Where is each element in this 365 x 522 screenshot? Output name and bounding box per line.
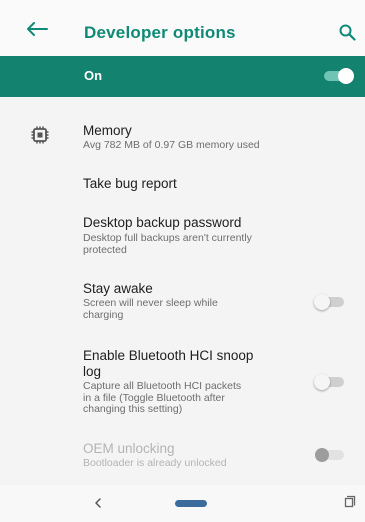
nav-recents-icon[interactable]: [344, 495, 356, 508]
setting-summary-line: Capture all Bluetooth HCI packets: [83, 380, 242, 392]
nav-home-icon[interactable]: [175, 500, 207, 507]
setting-bluetooth-hci-snoop-log[interactable]: Enable Bluetooth HCI snoop log Capture a…: [0, 343, 365, 437]
setting-summary: Bootloader is already unlocked: [83, 457, 227, 469]
master-switch-toggle[interactable]: [322, 68, 356, 84]
setting-memory[interactable]: Memory Avg 782 MB of 0.97 GB memory used: [0, 97, 365, 159]
app-bar: Developer options: [0, 0, 365, 56]
setting-title-line: log: [83, 364, 102, 379]
setting-summary-line: changing this setting): [83, 403, 183, 415]
page-title: Developer options: [84, 23, 236, 42]
arrow-left-icon[interactable]: [26, 22, 48, 36]
nav-back-icon[interactable]: [93, 497, 103, 509]
toggle-thumb: [314, 294, 330, 310]
bluetooth-hci-snoop-toggle[interactable]: [312, 373, 348, 391]
setting-summary-line: Desktop full backups aren't currently: [83, 232, 252, 244]
setting-title-line: Enable Bluetooth HCI snoop: [83, 348, 254, 363]
setting-oem-unlocking: OEM unlocking Bootloader is already unlo…: [0, 437, 365, 485]
toggle-thumb: [314, 374, 330, 390]
toggle-thumb: [315, 448, 329, 462]
setting-title: OEM unlocking: [83, 441, 175, 456]
setting-title: Memory: [83, 123, 132, 138]
setting-summary: Avg 782 MB of 0.97 GB memory used: [83, 139, 260, 151]
setting-title: Take bug report: [83, 176, 177, 191]
oem-unlocking-toggle: [312, 446, 348, 464]
settings-list: Memory Avg 782 MB of 0.97 GB memory used…: [0, 97, 365, 485]
setting-stay-awake[interactable]: Stay awake Screen will never sleep while…: [0, 265, 365, 343]
master-switch-label: On: [84, 68, 103, 83]
setting-take-bug-report[interactable]: Take bug report: [0, 159, 365, 205]
setting-title: Stay awake: [83, 281, 153, 296]
setting-title: Desktop backup password: [83, 215, 242, 230]
setting-desktop-backup-password[interactable]: Desktop backup password Desktop full bac…: [0, 205, 365, 265]
setting-summary-line: Screen will never sleep while: [83, 297, 218, 309]
search-icon[interactable]: [339, 24, 356, 41]
setting-summary-line: charging: [83, 308, 124, 321]
master-switch-bar[interactable]: On: [0, 56, 365, 97]
toggle-thumb: [338, 68, 354, 84]
system-nav-bar: [0, 485, 365, 522]
stay-awake-toggle[interactable]: [312, 293, 348, 311]
setting-summary-line: protected: [83, 243, 127, 256]
memory-chip-icon: [31, 126, 49, 144]
